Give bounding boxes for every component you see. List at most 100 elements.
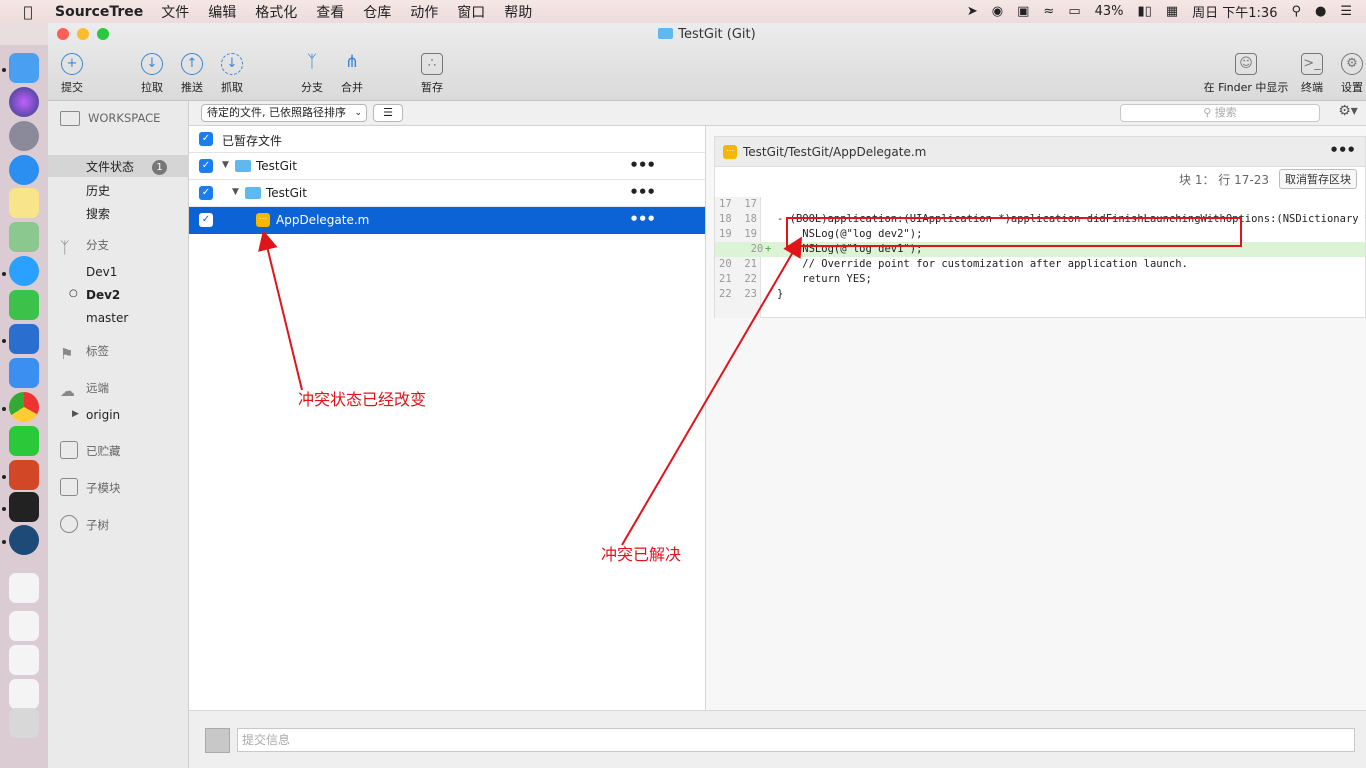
file-search-input[interactable]: ⚲ 搜索 [1120,104,1320,122]
battery-percent[interactable]: 43% [1095,4,1124,19]
line-number: 21 22 [719,273,757,285]
settings-button[interactable]: ⚙ 设置 [1330,53,1366,95]
airplay-icon[interactable]: ▭ [1068,4,1080,19]
menu-repository[interactable]: 仓库 [363,2,391,22]
wifi-icon[interactable]: ≈ [1043,4,1054,19]
branches-header[interactable]: ᛉ 分支 [60,237,109,257]
menu-file[interactable]: 文件 [161,2,189,22]
menu-view[interactable]: 查看 [316,2,344,22]
safari-icon[interactable] [9,155,39,185]
powerpoint-icon[interactable] [9,460,39,490]
disclosure-triangle-icon[interactable]: ▼ [232,187,239,197]
fetch-button[interactable]: ↓ 抓取 [210,53,254,95]
stash-label: 暂存 [421,81,443,94]
commit-message-input[interactable]: 提交信息 [237,728,1355,752]
window-title-text: TestGit (Git) [678,27,756,42]
chrome-icon[interactable] [9,392,39,422]
resolved-lines-highlight-box [786,217,1242,247]
subtrees-header[interactable]: 子树 [60,515,109,533]
fetch-label: 抓取 [221,81,243,94]
menu-actions[interactable]: 动作 [410,2,438,22]
remotes-header[interactable]: ☁ 远端 [60,380,109,400]
row-checkbox[interactable]: ✓ [199,213,213,227]
menu-edit[interactable]: 编辑 [208,2,236,22]
xcode-icon[interactable] [9,324,39,354]
terminal-icon[interactable] [9,492,39,522]
spotlight-search-icon[interactable]: ⚲ [1291,4,1301,19]
menu-window[interactable]: 窗口 [457,2,485,22]
sidebar-item-search[interactable]: 搜索 [86,205,110,222]
row-checkbox[interactable]: ✓ [199,186,213,200]
submodules-label: 子模块 [86,481,121,495]
show-in-finder-button[interactable]: ☺ 在 Finder 中显示 [1201,53,1291,95]
tags-header[interactable]: ⚑ 标签 [60,343,109,363]
sidebar-item-branch-dev2[interactable]: Dev2 [86,288,120,302]
notes-icon[interactable] [9,188,39,218]
commit-button[interactable]: + 提交 [50,53,94,95]
stashes-header[interactable]: 已贮藏 [60,441,121,459]
list-item[interactable]: ✓ ▼ TestGit ••• [189,153,705,180]
maps-icon[interactable] [9,222,39,252]
launchpad-icon[interactable] [9,121,39,151]
iqiyi-icon[interactable] [9,426,39,456]
input-method-icon[interactable]: ▣ [1017,4,1029,19]
push-button[interactable]: ↑ 推送 [170,53,214,95]
terminal-button[interactable]: >_ 终端 [1290,53,1334,95]
more-options-button[interactable]: ••• [629,210,656,228]
microphone-icon[interactable]: ◉ [992,4,1003,19]
pull-button[interactable]: ↓ 拉取 [130,53,174,95]
branch-master-label: master [86,311,129,325]
document-icon[interactable] [9,573,39,603]
submodule-icon [60,478,78,496]
app-store-icon[interactable] [9,358,39,388]
more-options-button[interactable]: ••• [629,183,656,201]
trash-icon[interactable] [9,708,39,738]
view-mode-button[interactable]: ☰ [373,104,403,122]
code-text: return YES; [777,273,872,285]
file-filter-dropdown[interactable]: 待定的文件, 已依照路径排序 ⌄ [201,104,367,122]
chevron-right-icon[interactable]: ▶ [72,409,79,419]
finder-icon[interactable] [9,53,39,83]
battery-icon[interactable]: ▮▯ [1138,4,1152,19]
sidebar-item-branch-master[interactable]: master [86,311,128,325]
menu-help[interactable]: 帮助 [504,2,532,22]
gear-menu-button[interactable]: ⚙▾ [1332,103,1364,123]
document-icon[interactable] [9,645,39,675]
sidebar-item-history[interactable]: 历史 [86,182,110,199]
menu-format[interactable]: 格式化 [255,2,297,22]
list-item[interactable]: ✓ ▼ TestGit ••• [189,180,705,207]
messages-icon[interactable] [9,256,39,286]
facetime-icon[interactable] [9,290,39,320]
location-icon[interactable]: ➤ [967,4,978,19]
stash-button[interactable]: ∴ 暂存 [410,53,454,95]
branch-button[interactable]: ᛉ 分支 [290,53,334,95]
siri-icon[interactable]: ● [1315,4,1326,19]
sidebar-item-branch-dev1[interactable]: Dev1 [86,265,117,279]
chrome-document-icon[interactable] [9,679,39,709]
more-options-button[interactable]: ••• [1329,141,1356,159]
siri-app-icon[interactable] [9,87,39,117]
menu-app-name[interactable]: SourceTree [55,4,143,20]
branches-label: 分支 [86,238,109,252]
sidebar-item-file-status[interactable]: 文件状态 [86,158,134,175]
remotes-label: 远端 [86,381,109,395]
menubar-clock[interactable]: 周日 下午1:36 [1192,2,1277,21]
notification-center-icon[interactable]: ☰ [1340,4,1352,19]
history-label: 历史 [86,184,111,198]
merge-button[interactable]: ⋔ 合并 [330,53,374,95]
title-bar: TestGit (Git) + 提交 ↓ 拉取 ↑ 推送 ↓ 抓取 ᛉ 分支 ⋔ 合并 ∴ 暂… [48,23,1366,101]
row-checkbox[interactable]: ✓ [199,159,213,173]
sidebar-item-remote-origin[interactable]: origin [86,408,120,422]
sourcetree-menu-icon[interactable]: ▦ [1166,4,1178,19]
submodules-header[interactable]: 子模块 [60,478,121,496]
disclosure-triangle-icon[interactable]: ▼ [222,160,229,170]
sourcetree-app-icon[interactable] [9,525,39,555]
unstage-hunk-button[interactable]: 取消暂存区块 [1279,169,1357,189]
apple-menu-icon[interactable]:  [18,3,38,21]
list-item-selected[interactable]: ✓ ⋯ AppDelegate.m ••• [189,207,705,234]
subtree-icon [60,515,78,533]
chrome-document-icon[interactable] [9,611,39,641]
more-options-button[interactable]: ••• [629,156,656,174]
staged-all-checkbox[interactable]: ✓ [199,132,213,146]
modified-file-icon: ⋯ [723,145,737,159]
